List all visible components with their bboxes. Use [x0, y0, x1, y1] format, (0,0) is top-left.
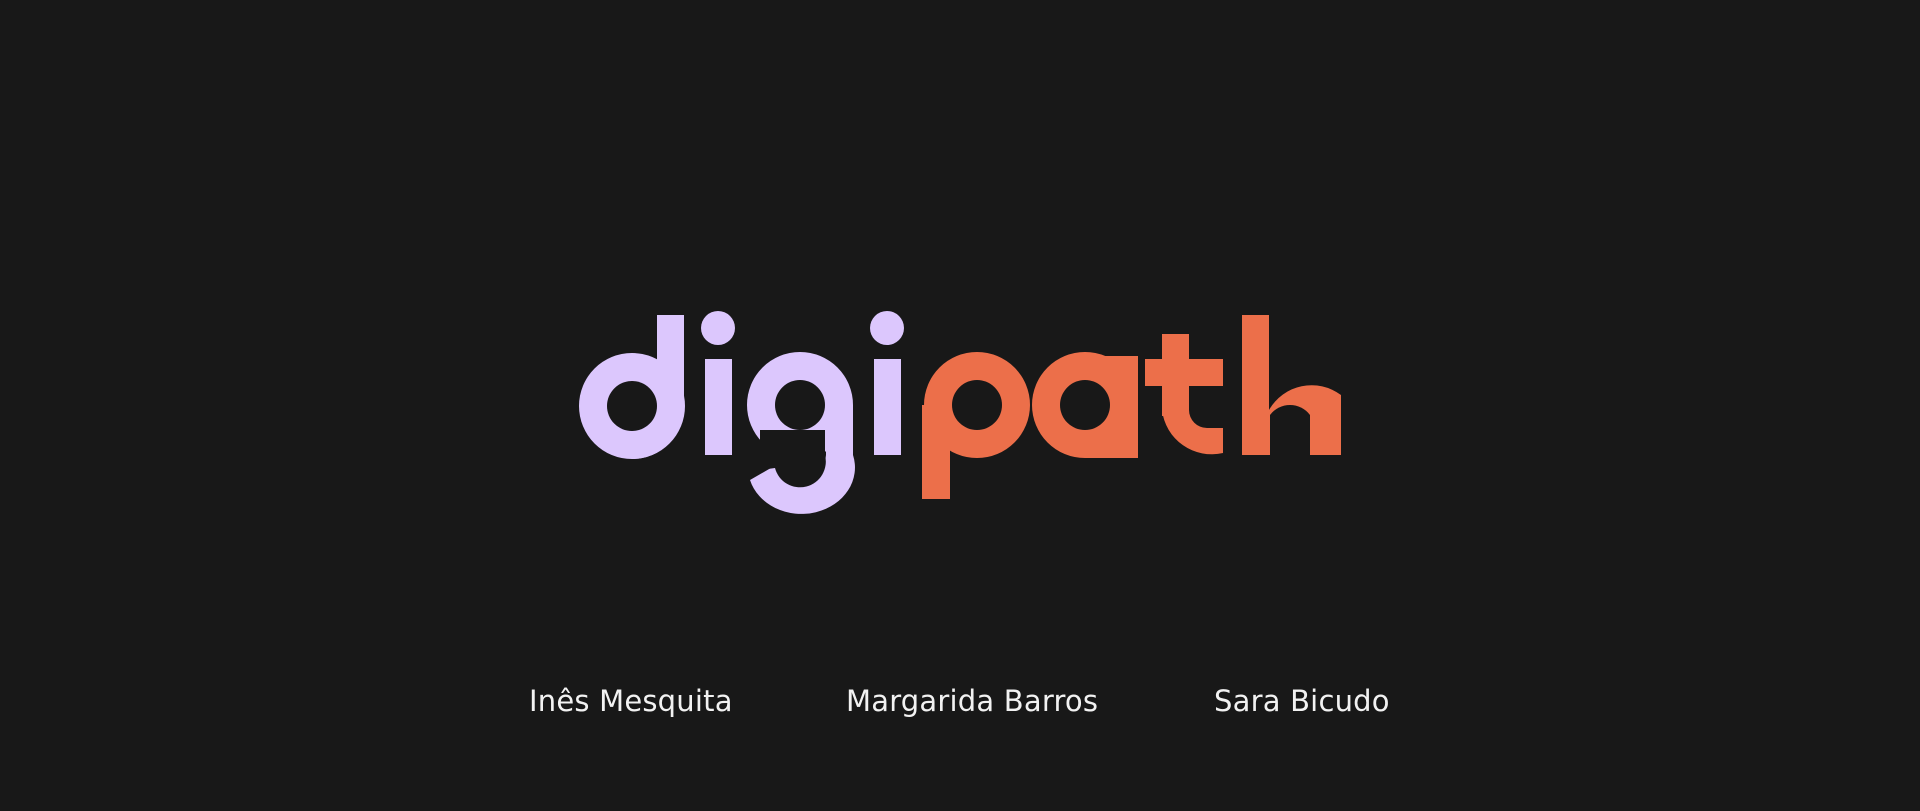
author-list: Inês Mesquita Margarida Barros Sara Bicu…	[0, 680, 1920, 722]
letter-d	[579, 315, 685, 459]
letter-i-second	[870, 311, 904, 455]
letter-a	[1032, 352, 1138, 458]
title-slide: Inês Mesquita Margarida Barros Sara Bicu…	[0, 0, 1920, 811]
letter-t	[1145, 334, 1223, 455]
letter-p	[922, 352, 1030, 499]
letter-g	[747, 352, 855, 514]
author-name: Margarida Barros	[846, 684, 1099, 718]
author-name: Inês Mesquita	[529, 684, 733, 718]
letter-h	[1242, 315, 1341, 455]
author-name: Sara Bicudo	[1214, 684, 1390, 718]
letter-i	[701, 311, 735, 455]
